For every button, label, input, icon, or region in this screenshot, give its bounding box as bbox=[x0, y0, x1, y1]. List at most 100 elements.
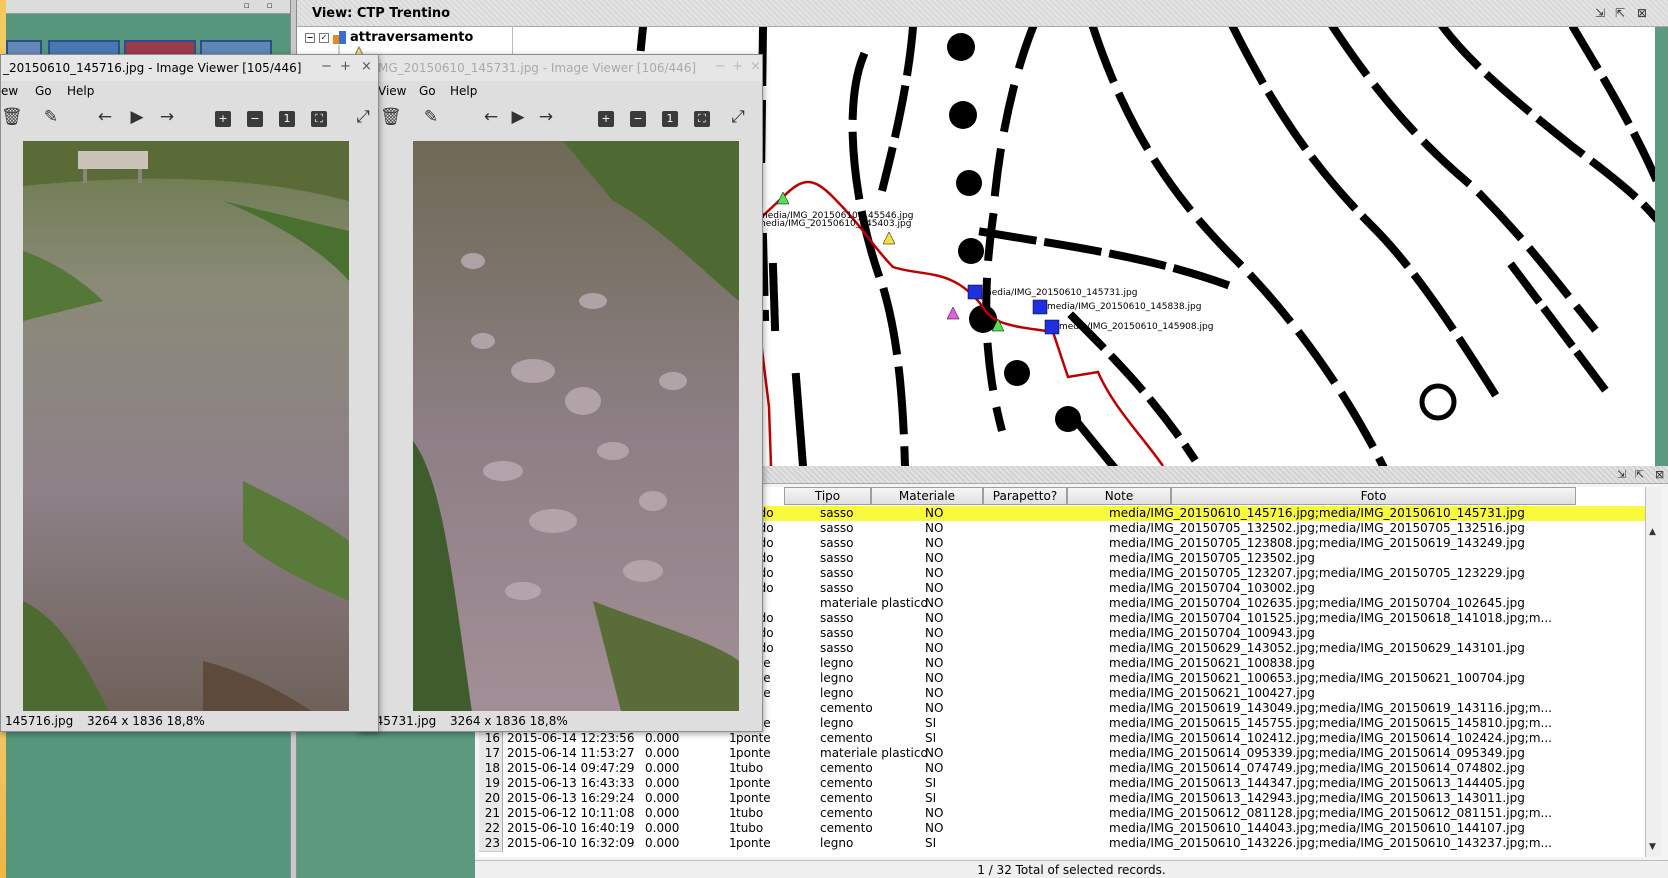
table-cell-foto: media/IMG_20150610_143226.jpg;media/IMG_… bbox=[1109, 836, 1552, 850]
table-cell-par: NO bbox=[925, 821, 944, 835]
zoom-out-icon[interactable]: − bbox=[247, 111, 263, 127]
menu-help[interactable]: Help bbox=[67, 84, 94, 98]
forward-arrow-icon[interactable]: → bbox=[536, 107, 556, 127]
table-row[interactable]: 22 2015-06-10 16:40:19 0.000 1 tubo cemento NO… bbox=[479, 821, 1645, 837]
column-header-note[interactable]: Note bbox=[1067, 487, 1171, 505]
table-cell-mat: sasso bbox=[820, 641, 854, 655]
delete-icon[interactable]: 🗑 bbox=[380, 107, 402, 127]
photo-image bbox=[23, 141, 349, 719]
table-row[interactable]: 19 2015-06-13 16:43:33 0.000 1 ponte cemento S… bbox=[479, 776, 1645, 792]
edit-icon[interactable]: ✎ bbox=[421, 107, 441, 127]
fit-icon[interactable]: ⛶ bbox=[311, 111, 327, 127]
viewer-title: MG_20150610_145731.jpg - Image Viewer [1… bbox=[358, 55, 762, 81]
back-arrow-icon[interactable]: ← bbox=[95, 107, 115, 127]
table-row[interactable]: 20 2015-06-13 16:29:24 0.000 1 ponte cemento S… bbox=[479, 791, 1645, 807]
column-header-tipo[interactable]: Tipo bbox=[784, 487, 871, 505]
table-row[interactable]: 23 2015-06-10 16:32:09 0.000 1 ponte legno SI m… bbox=[479, 836, 1645, 852]
image-viewer-window-2[interactable]: MG_20150610_145731.jpg - Image Viewer [1… bbox=[357, 54, 763, 732]
menu-go[interactable]: Go bbox=[35, 84, 52, 98]
table-cell-val: 0.000 bbox=[645, 776, 680, 790]
table-cell-par: NO bbox=[925, 506, 944, 520]
close-icon[interactable]: ⊠ bbox=[1655, 468, 1664, 481]
table-cell-mat: legno bbox=[820, 671, 854, 685]
table-cell-foto: media/IMG_20150613_144347.jpg;media/IMG_… bbox=[1109, 776, 1525, 790]
actual-size-icon[interactable]: 1 bbox=[662, 111, 678, 127]
table-cell-par: SI bbox=[925, 836, 937, 850]
table-cell-val: 0.000 bbox=[645, 746, 680, 760]
column-header-parapetto[interactable]: Parapetto? bbox=[983, 487, 1067, 505]
close-icon[interactable]: ⊠ bbox=[1637, 6, 1647, 20]
table-cell-par: NO bbox=[925, 656, 944, 670]
table-cell-par: NO bbox=[925, 746, 944, 760]
zoom-out-icon[interactable]: − bbox=[630, 111, 646, 127]
table-cell-foto: media/IMG_20150615_145755.jpg;media/IMG_… bbox=[1109, 716, 1552, 730]
table-cell-num: 19 bbox=[479, 776, 503, 792]
column-header-materiale[interactable]: Materiale bbox=[871, 487, 983, 505]
menu-help[interactable]: Help bbox=[450, 84, 477, 98]
maximize-icon[interactable]: + bbox=[732, 60, 743, 74]
table-scrollbar[interactable]: ▲ ▼ bbox=[1645, 487, 1661, 857]
image-viewer-window-1[interactable]: _20150610_145716.jpg - Image Viewer [105… bbox=[0, 54, 379, 732]
table-cell-date: 2015-06-10 16:32:09 bbox=[507, 836, 635, 850]
table-row[interactable]: 21 2015-06-12 10:11:08 0.000 1 tubo cemento NO… bbox=[479, 806, 1645, 822]
maximize-icon[interactable]: + bbox=[340, 60, 351, 74]
close-icon[interactable]: × bbox=[361, 60, 372, 74]
minimize-icon[interactable]: − bbox=[321, 60, 332, 74]
table-cell-num: 17 bbox=[479, 746, 503, 762]
table-cell-foto: media/IMG_20150705_123808.jpg;media/IMG_… bbox=[1109, 536, 1525, 550]
viewer-statusbar: _145731.jpg 3264 x 1836 18,8% bbox=[358, 711, 762, 731]
table-cell-mat: cemento bbox=[820, 776, 873, 790]
table-cell-foto: media/IMG_20150705_123207.jpg;media/IMG_… bbox=[1109, 566, 1525, 580]
close-icon[interactable]: × bbox=[750, 60, 761, 74]
fullscreen-icon[interactable]: ⤢ bbox=[353, 107, 373, 127]
maximize-icon[interactable]: ⇱ bbox=[1635, 468, 1644, 481]
table-cell-par: NO bbox=[925, 761, 944, 775]
table-cell-num: 22 bbox=[479, 821, 503, 837]
edit-icon[interactable]: ✎ bbox=[41, 107, 61, 127]
scroll-up-icon[interactable]: ▲ bbox=[1649, 527, 1656, 537]
table-cell-foto: media/IMG_20150613_142943.jpg;media/IMG_… bbox=[1109, 791, 1525, 805]
maximize-icon[interactable]: ⇱ bbox=[1615, 6, 1625, 20]
minimize-icon[interactable]: ⇲ bbox=[1595, 6, 1605, 20]
restore-icon[interactable]: ▫ bbox=[241, 1, 252, 12]
table-cell-val: 0.000 bbox=[645, 836, 680, 850]
layer-name: attraversamento bbox=[350, 30, 474, 45]
table-cell-par: NO bbox=[925, 596, 944, 610]
table-cell-mat: sasso bbox=[820, 611, 854, 625]
delete-icon[interactable]: 🗑 bbox=[1, 107, 23, 127]
table-cell-mat: legno bbox=[820, 686, 854, 700]
table-cell-foto: media/IMG_20150705_132502.jpg;media/IMG_… bbox=[1109, 521, 1525, 535]
minimize-icon[interactable]: − bbox=[715, 60, 726, 74]
table-row[interactable]: 18 2015-06-14 09:47:29 0.000 1 tubo cemento NO… bbox=[479, 761, 1645, 777]
back-arrow-icon[interactable]: ← bbox=[481, 107, 501, 127]
menu-view[interactable]: ew bbox=[1, 84, 18, 98]
actual-size-icon[interactable]: 1 bbox=[279, 111, 295, 127]
left-panel-header: ▫ ▫ bbox=[6, 0, 291, 14]
table-cell-mat: cemento bbox=[820, 731, 873, 745]
table-cell-mat: sasso bbox=[820, 551, 854, 565]
collapse-icon[interactable]: − bbox=[305, 32, 315, 43]
zoom-in-icon[interactable]: + bbox=[598, 111, 614, 127]
scroll-down-icon[interactable]: ▼ bbox=[1649, 842, 1656, 852]
minimize-icon[interactable]: ⇲ bbox=[1617, 468, 1626, 481]
status-image-info: 3264 x 1836 18,8% bbox=[87, 714, 205, 728]
forward-arrow-icon[interactable]: → bbox=[157, 107, 177, 127]
zoom-in-icon[interactable]: + bbox=[215, 111, 231, 127]
close-icon[interactable]: ▫ bbox=[264, 1, 275, 12]
play-icon[interactable]: ▶ bbox=[127, 107, 147, 127]
layer-row[interactable]: − ✓ attraversamento bbox=[305, 30, 473, 45]
play-icon[interactable]: ▶ bbox=[508, 107, 528, 127]
column-header-foto[interactable]: Foto bbox=[1171, 487, 1576, 505]
table-cell-par: NO bbox=[925, 626, 944, 640]
table-cell-mat: legno bbox=[820, 836, 854, 850]
fullscreen-icon[interactable]: ⤢ bbox=[728, 107, 748, 127]
menu-view[interactable]: View bbox=[378, 84, 406, 98]
table-cell-date: 2015-06-14 09:47:29 bbox=[507, 761, 635, 775]
fit-icon[interactable]: ⛶ bbox=[694, 111, 710, 127]
table-cell-mat: cemento bbox=[820, 701, 873, 715]
table-row[interactable]: 17 2015-06-14 11:53:27 0.000 1 ponte material… bbox=[479, 746, 1645, 762]
table-row[interactable]: 16 2015-06-14 12:23:56 0.000 1 ponte cemento S… bbox=[479, 731, 1645, 747]
menu-go[interactable]: Go bbox=[419, 84, 436, 98]
table-cell-par: SI bbox=[925, 791, 937, 805]
layer-checkbox[interactable]: ✓ bbox=[319, 32, 329, 43]
